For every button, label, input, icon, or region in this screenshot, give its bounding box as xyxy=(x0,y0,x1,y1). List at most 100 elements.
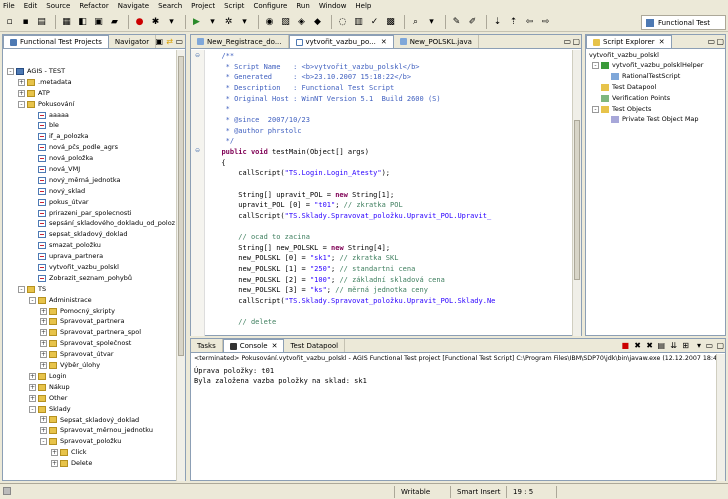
expand-icon[interactable]: + xyxy=(29,383,36,391)
script-explorer-item[interactable]: Verification Points xyxy=(589,93,724,104)
link-editor-icon[interactable]: ⇄ xyxy=(166,37,173,46)
tree-item[interactable]: + Spravovat_společnost xyxy=(7,338,177,349)
search-dropdown-icon[interactable]: ▾ xyxy=(425,15,438,28)
tree-item[interactable]: + Other xyxy=(7,393,177,404)
view-menu-icon[interactable]: ▣ xyxy=(155,37,163,46)
maximize-editor-icon[interactable]: ▢ xyxy=(572,37,580,46)
collapse-icon[interactable]: - xyxy=(29,405,36,413)
print-icon[interactable]: ▤ xyxy=(35,15,48,28)
search-icon[interactable]: ⌕ xyxy=(409,15,422,28)
tree-item[interactable]: vytvořit_vazbu_polskl xyxy=(7,262,177,273)
tree-item[interactable]: smazat_položku xyxy=(7,240,177,251)
menu-item-help[interactable]: Help xyxy=(355,2,371,10)
script-explorer-item[interactable]: - Test Objects xyxy=(589,104,724,115)
package-icon[interactable]: ▧ xyxy=(279,15,292,28)
interface-icon[interactable]: ◈ xyxy=(295,15,308,28)
tree-item[interactable]: - AGIS - TEST xyxy=(7,66,177,77)
editor-scrollbar[interactable] xyxy=(572,50,581,336)
expand-icon[interactable]: + xyxy=(40,361,47,369)
tab-test-datapool[interactable]: Test Datapool xyxy=(284,339,346,352)
expand-icon[interactable]: + xyxy=(40,351,47,359)
test-object-icon[interactable]: ◌ xyxy=(336,15,349,28)
dropdown-icon[interactable]: ▾ xyxy=(165,15,178,28)
debug-icon[interactable]: ✲ xyxy=(222,15,235,28)
menu-item-edit[interactable]: Edit xyxy=(24,2,38,10)
expand-icon[interactable]: + xyxy=(29,394,36,402)
scroll-lock-icon[interactable]: ⇊ xyxy=(670,341,677,350)
collapse-icon[interactable]: - xyxy=(29,296,36,304)
tree-item[interactable]: nová_VMJ xyxy=(7,164,177,175)
collapse-icon[interactable]: - xyxy=(40,438,47,446)
tree-item[interactable]: + Delete xyxy=(7,458,177,469)
tree-item[interactable]: + Login xyxy=(7,371,177,382)
verification-icon[interactable]: ✓ xyxy=(368,15,381,28)
tree-item[interactable]: + Click xyxy=(7,447,177,458)
expand-icon[interactable]: + xyxy=(40,329,47,337)
next-annotation-icon[interactable]: ⇣ xyxy=(491,15,504,28)
minimize-icon[interactable]: ▭ xyxy=(707,37,715,46)
tab-console[interactable]: Console ✕ xyxy=(222,339,285,352)
expand-icon[interactable]: + xyxy=(51,460,58,467)
tree-item[interactable]: + ATP xyxy=(7,88,177,99)
tree-item[interactable]: nová_položka xyxy=(7,153,177,164)
maximize-icon[interactable]: ▢ xyxy=(716,37,724,46)
tree-item[interactable]: if_a_polozka xyxy=(7,131,177,142)
tab-functional-test-projects[interactable]: Functional Test Projects xyxy=(3,35,109,48)
new-icon[interactable]: ▫ xyxy=(3,15,16,28)
tree-item[interactable]: + Spravovat_partnera_spol xyxy=(7,327,177,338)
tree-item[interactable]: Zobrazit_seznam_pohybů xyxy=(7,273,177,284)
menu-item-source[interactable]: Source xyxy=(46,2,70,10)
expand-icon[interactable]: + xyxy=(29,372,36,380)
tab-navigator[interactable]: Navigator xyxy=(109,35,157,48)
datapool-icon[interactable]: ▥ xyxy=(352,15,365,28)
forward-icon[interactable]: ⇨ xyxy=(539,15,552,28)
close-tab-icon[interactable]: ✕ xyxy=(272,342,278,350)
debug-dropdown-icon[interactable]: ▾ xyxy=(238,15,251,28)
maximize-icon[interactable]: ▢ xyxy=(716,341,724,350)
tab-vytvorit-vazbu[interactable]: vytvořit_vazbu_po... ✕ xyxy=(288,35,394,48)
tree-item[interactable]: sepsání_skladového_dokladu_od_poloz xyxy=(7,218,177,229)
tree-item[interactable]: pokus_útvar xyxy=(7,197,177,208)
tab-script-explorer[interactable]: Script Explorer ✕ xyxy=(586,35,672,48)
collapse-icon[interactable]: - xyxy=(18,100,25,108)
remove-all-icon[interactable]: ✖ xyxy=(646,341,653,350)
expand-icon[interactable]: + xyxy=(40,427,47,435)
tree-item[interactable]: uprava_partnera xyxy=(7,251,177,262)
tree-item[interactable]: nový_sklad xyxy=(7,186,177,197)
tree-item[interactable]: - Sklady xyxy=(7,404,177,415)
expand-icon[interactable]: + xyxy=(40,307,47,315)
tree-item[interactable]: prirazeni_par_spolecnosti xyxy=(7,208,177,219)
menu-item-run[interactable]: Run xyxy=(296,2,309,10)
perspective-switcher[interactable]: Functional Test xyxy=(641,15,726,30)
open-type-icon[interactable]: ◧ xyxy=(76,15,89,28)
back-icon[interactable]: ⇦ xyxy=(523,15,536,28)
tree-item[interactable]: nový_měrná_jednotka xyxy=(7,175,177,186)
pin-console-icon[interactable]: ⊞ xyxy=(682,341,689,350)
project-icon[interactable]: ◆ xyxy=(311,15,324,28)
tree-scrollbar[interactable] xyxy=(176,50,185,481)
expand-icon[interactable]: + xyxy=(51,449,58,457)
collapse-icon[interactable]: - xyxy=(592,105,599,113)
menu-item-window[interactable]: Window xyxy=(319,2,347,10)
pencil-icon[interactable]: ✎ xyxy=(450,15,463,28)
collapse-icon[interactable]: - xyxy=(592,61,599,69)
expand-icon[interactable]: + xyxy=(40,340,47,348)
menu-item-script[interactable]: Script xyxy=(224,2,244,10)
annotate-icon[interactable]: ✐ xyxy=(466,15,479,28)
java-class-icon[interactable]: ◉ xyxy=(263,15,276,28)
tree-item[interactable]: - Spravovat_položku xyxy=(7,436,177,447)
expand-icon[interactable]: + xyxy=(40,318,47,326)
tree-item[interactable]: + .metadata xyxy=(7,77,177,88)
menu-item-project[interactable]: Project xyxy=(191,2,215,10)
tree-item[interactable]: ble xyxy=(7,120,177,131)
menu-item-configure[interactable]: Configure xyxy=(253,2,287,10)
script-explorer-item[interactable]: RationalTestScript xyxy=(589,71,724,82)
menu-item-search[interactable]: Search xyxy=(158,2,182,10)
run-icon[interactable]: ▶ xyxy=(190,15,203,28)
tree-item[interactable]: sepsat_skladový_doklad xyxy=(7,229,177,240)
open-file-icon[interactable]: ▣ xyxy=(92,15,105,28)
script-explorer-item[interactable]: Private Test Object Map xyxy=(589,114,724,125)
folder-icon[interactable]: ▰ xyxy=(108,15,121,28)
editor-scroll-thumb[interactable] xyxy=(574,120,580,280)
minimize-editor-icon[interactable]: ▭ xyxy=(563,37,571,46)
